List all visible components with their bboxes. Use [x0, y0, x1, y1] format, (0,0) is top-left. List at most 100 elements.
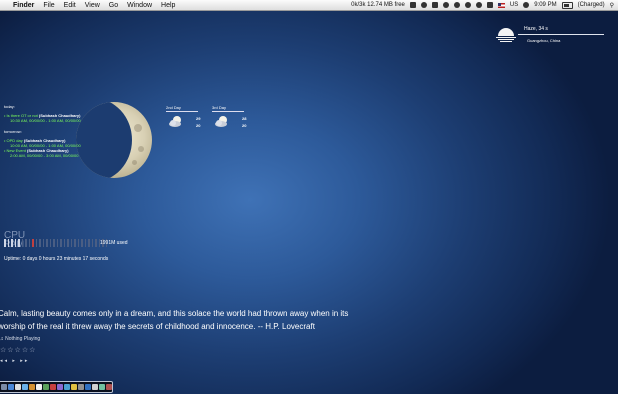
forecast-low: 20 — [242, 123, 247, 128]
dock-app-icon[interactable] — [50, 384, 56, 390]
cpu-bar — [67, 239, 69, 247]
menu-view[interactable]: View — [85, 2, 100, 9]
partly-cloudy-icon — [215, 116, 227, 127]
cpu-bar — [35, 239, 37, 247]
today-label: today: — [4, 104, 15, 109]
dock — [0, 381, 113, 393]
dock-app-icon[interactable] — [106, 384, 112, 390]
dock-app-icon[interactable] — [99, 384, 105, 390]
rating-stars[interactable]: ☆☆☆☆☆ — [0, 346, 36, 354]
display-icon[interactable] — [431, 2, 438, 8]
dock-app-icon[interactable] — [43, 384, 49, 390]
dock-app-icon[interactable] — [85, 384, 91, 390]
volume-icon[interactable] — [486, 2, 493, 8]
menu-finder[interactable]: Finder — [13, 2, 34, 9]
calendar-widget: today: • Is there OT or not (Subhash Cha… — [4, 104, 81, 158]
dock-app-icon[interactable] — [78, 384, 84, 390]
forecast-day-2: 2nd Day 29 20 — [166, 105, 200, 128]
event-time: 10:30 AM, 00/00/00 - 1:00 AM, 00/00/00 — [10, 118, 81, 123]
forecast-low: 20 — [196, 123, 201, 128]
weather-location: Guangzhou, China — [527, 38, 561, 43]
clock-icon — [523, 2, 530, 8]
cpu-bar — [28, 239, 30, 247]
battery-icon[interactable] — [561, 1, 573, 9]
list-item: • OPD day (Subhash Chaudhary) 10:00 AM, … — [4, 138, 81, 148]
cpu-bar — [77, 239, 79, 247]
partly-cloudy-icon — [169, 116, 181, 127]
uptime-text: Uptime: 0 days 0 hours 23 minutes 17 sec… — [4, 256, 109, 262]
dock-app-icon[interactable] — [1, 384, 7, 390]
dock-app-icon[interactable] — [22, 384, 28, 390]
tomorrow-label: tomorrow: — [4, 129, 22, 134]
us-flag-icon[interactable] — [497, 2, 505, 8]
cpu-bar — [95, 239, 97, 247]
cpu-bar — [60, 239, 62, 247]
netstat-readout[interactable]: 0k/3k 12.74 MB free — [351, 2, 405, 8]
dropbox-icon[interactable] — [420, 2, 427, 8]
sync-icon[interactable] — [442, 2, 449, 8]
menu-window[interactable]: Window — [127, 2, 152, 9]
cpu-bar — [49, 239, 51, 247]
event-time: 2:00 AM, 00/00/00 - 3:00 AM, 00/00/00 — [10, 153, 79, 158]
cpu-bar — [21, 239, 23, 247]
forecast-day-label: 3rd Day — [212, 105, 244, 112]
dock-app-icon[interactable] — [8, 384, 14, 390]
battery-status[interactable]: (Charged) — [578, 2, 605, 8]
cpu-bar-graph — [4, 239, 107, 247]
cpu-bar — [91, 239, 93, 247]
menu-file[interactable]: File — [43, 2, 54, 9]
wifi-icon[interactable] — [475, 2, 482, 8]
mail-icon[interactable] — [409, 2, 416, 8]
dock-app-icon[interactable] — [57, 384, 63, 390]
list-item: • New Event (Subhash Chaudhary) 2:00 AM,… — [4, 148, 81, 158]
player-controls[interactable]: ◂◂ ▸ ▸▸ — [0, 358, 29, 364]
list-item: • Is there OT or not (Subhash Chaudhary)… — [4, 113, 81, 123]
dock-app-icon[interactable] — [36, 384, 42, 390]
time-machine-icon[interactable] — [453, 2, 460, 8]
forecast-high: 29 — [196, 116, 201, 121]
input-locale[interactable]: US — [510, 2, 518, 8]
quote-text: Calm, lasting beauty comes only in a dre… — [0, 309, 349, 331]
menubar-clock[interactable]: 9:09 PM — [534, 2, 556, 8]
cpu-bar — [84, 239, 86, 247]
moon-phase-image — [76, 102, 152, 178]
menu-go[interactable]: Go — [109, 2, 118, 9]
cpu-bar — [70, 239, 72, 247]
memory-used: 1991M used — [100, 240, 128, 246]
cpu-bar — [7, 239, 9, 247]
menu-help[interactable]: Help — [161, 2, 175, 9]
dock-app-icon[interactable] — [71, 384, 77, 390]
cpu-bar — [56, 239, 58, 247]
cpu-bar — [46, 239, 48, 247]
cpu-bar — [25, 239, 27, 247]
cpu-bar — [14, 239, 16, 247]
weather-condition: Haze, 34 s — [524, 26, 548, 32]
spotlight-icon[interactable]: ⚲ — [610, 2, 614, 9]
cpu-bar — [11, 239, 13, 247]
cpu-bar — [42, 239, 44, 247]
menu-bar: Finder File Edit View Go Window Help 0k/… — [0, 0, 618, 11]
now-playing-status: ♫ Nothing Playing — [0, 336, 41, 342]
menu-edit[interactable]: Edit — [64, 2, 76, 9]
bluetooth-icon[interactable] — [464, 2, 471, 8]
dock-app-icon[interactable] — [15, 384, 21, 390]
forecast-high: 28 — [242, 116, 247, 121]
cpu-bar — [88, 239, 90, 247]
cpu-bar — [4, 239, 6, 247]
dock-app-icon[interactable] — [64, 384, 70, 390]
cpu-bar — [39, 239, 41, 247]
haze-icon — [496, 28, 516, 42]
dock-app-icon[interactable] — [29, 384, 35, 390]
cpu-bar — [32, 239, 34, 247]
cpu-bar — [74, 239, 76, 247]
divider — [518, 34, 604, 35]
forecast-day-label: 2nd Day — [166, 105, 198, 112]
current-weather-widget: Haze, 34 s Guangzhou, China — [494, 24, 604, 46]
menubar-status-area: 0k/3k 12.74 MB free US 9:09 PM (Charged)… — [351, 0, 614, 10]
cpu-bar — [63, 239, 65, 247]
cpu-bar — [53, 239, 55, 247]
cpu-bar — [18, 239, 20, 247]
forecast-day-3: 3rd Day 28 20 — [212, 105, 246, 128]
cpu-bar — [81, 239, 83, 247]
dock-app-icon[interactable] — [92, 384, 98, 390]
